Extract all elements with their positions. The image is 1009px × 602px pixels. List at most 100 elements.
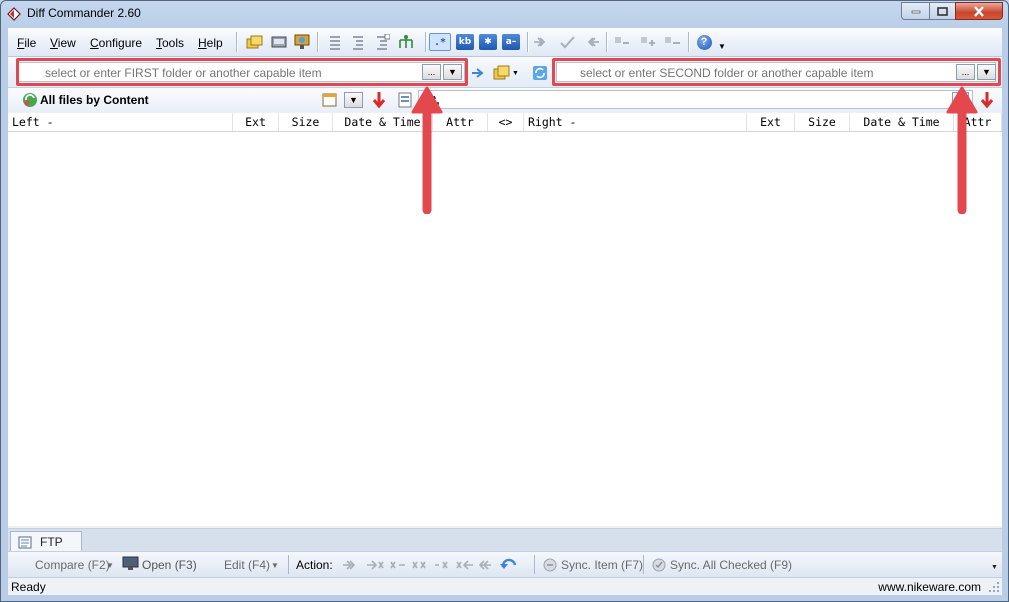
column-ext-right[interactable]: Ext	[747, 113, 795, 131]
title-bar[interactable]: Diff Commander 2.60	[1, 1, 1008, 27]
kb-icon: kb	[456, 34, 474, 50]
resize-grip-icon[interactable]	[988, 581, 1000, 593]
arrow-right-icon	[472, 68, 484, 78]
action-toolbar: Compare (F2) ▼ Open (F3) Edit (F4) ▼ Act…	[8, 551, 1002, 577]
ascii-mode-button[interactable]: a–	[500, 33, 522, 51]
help-icon: ?	[696, 34, 712, 50]
kb-size-button[interactable]: kb	[454, 33, 476, 51]
tab-ftp-log[interactable]: FTP Log	[10, 531, 82, 563]
edit-button[interactable]: Edit (F4)	[224, 558, 270, 572]
column-size-left[interactable]: Size	[279, 113, 333, 131]
action-arrows-icons[interactable]	[341, 557, 529, 573]
action-separator	[288, 555, 289, 574]
help-button[interactable]: ?	[694, 33, 714, 51]
folder-options-arrow-icon: ▼	[512, 69, 519, 77]
log-icon	[18, 536, 32, 549]
annotation-arrow-left	[411, 86, 443, 214]
apply-mask-down-button[interactable]	[980, 91, 994, 112]
toolbar-separator	[425, 32, 427, 52]
menu-file[interactable]: File	[17, 36, 36, 50]
ascii-icon: a–	[502, 34, 520, 50]
toolbar-separator	[606, 32, 608, 52]
highlight-first-folder	[16, 58, 468, 86]
hierarchy-icon	[399, 35, 413, 48]
view-lines-button[interactable]	[325, 33, 345, 51]
network-monitor-icon	[294, 34, 310, 49]
column-right[interactable]: Right -	[524, 113, 747, 131]
monitor-icon	[122, 556, 139, 570]
view-hierarchy-button[interactable]	[396, 33, 416, 51]
gear-chip-icon: ✱	[479, 34, 497, 50]
file-mask-input[interactable]: t•t,	[418, 90, 973, 109]
action-separator	[643, 555, 644, 574]
minimize-icon	[911, 10, 920, 14]
refresh-icon	[533, 66, 547, 80]
delete-right-button[interactable]	[663, 33, 683, 51]
menu-toolbar: File View Configure Tools Help .* kb ✱ a…	[8, 28, 1002, 57]
regex-toggle-button[interactable]: .*	[429, 33, 451, 51]
sync-item-icon	[543, 558, 557, 572]
highlight-second-folder	[552, 58, 1001, 86]
plus-minus-icon	[641, 37, 655, 46]
column-size-right[interactable]: Size	[795, 113, 850, 131]
minimize-button[interactable]	[901, 2, 930, 20]
website-link[interactable]: www.nikeware.com	[878, 580, 981, 594]
action-separator	[534, 555, 535, 574]
view-tree-button[interactable]	[348, 33, 368, 51]
compare-mode-label[interactable]: All files by Content	[40, 93, 149, 107]
network-button[interactable]	[292, 33, 312, 51]
view-expand-button[interactable]	[372, 33, 392, 51]
sync-all-button[interactable]: Sync. All Checked (F9)	[670, 558, 792, 572]
filter-options-button[interactable]: ✱	[477, 33, 499, 51]
maximize-icon	[937, 6, 948, 16]
sync-item-button[interactable]: Sync. Item (F7)	[561, 558, 643, 572]
column-datetime-right[interactable]: Date & Time	[850, 113, 954, 131]
open-folders-button[interactable]	[245, 33, 265, 51]
folder-options-button[interactable]: ▼	[493, 64, 519, 82]
ftp-connect-button[interactable]	[269, 33, 289, 51]
status-text: Ready	[11, 580, 46, 594]
column-compare[interactable]: <>	[488, 113, 524, 131]
calendar-settings-icon	[322, 93, 337, 107]
menu-configure[interactable]: Configure	[90, 36, 142, 50]
arrow-right-double-icon	[534, 37, 546, 47]
client-area: File View Configure Tools Help .* kb ✱ a…	[8, 28, 1002, 595]
menu-tools[interactable]: Tools	[156, 36, 184, 50]
close-button[interactable]	[955, 2, 1003, 20]
column-ext-left[interactable]: Ext	[233, 113, 279, 131]
folder-copy-icon	[493, 65, 510, 80]
open-button[interactable]: Open (F3)	[142, 558, 197, 572]
toolbar-overflow-icon[interactable]: ▼	[991, 564, 998, 571]
menu-view[interactable]: View	[50, 36, 76, 50]
column-left[interactable]: Left -	[8, 113, 233, 131]
edit-dropdown-icon[interactable]: ▼	[271, 561, 279, 570]
menu-help[interactable]: Help	[198, 36, 223, 50]
arrow-left-double-icon	[587, 37, 599, 47]
maximize-button[interactable]	[929, 2, 956, 20]
apply-filter-down-button[interactable]	[372, 91, 386, 112]
file-list[interactable]	[8, 132, 1002, 526]
compare-mode-dropdown[interactable]: ▼	[344, 92, 363, 108]
ftp-icon	[271, 36, 287, 48]
compare-dropdown-icon[interactable]: ▼	[106, 561, 114, 570]
help-dropdown-arrow-icon[interactable]: ▼	[718, 42, 726, 51]
copy-right-button[interactable]	[531, 33, 551, 51]
toolbar-separator	[688, 32, 690, 52]
compare-button[interactable]: Compare (F2)	[35, 558, 110, 572]
annotation-arrow-right	[946, 86, 978, 214]
check-arrow-icon	[560, 36, 575, 49]
minus-item-icon	[615, 37, 629, 44]
list-lines-icon	[330, 36, 340, 50]
toolbar-separator	[317, 32, 319, 52]
copy-checked-button[interactable]	[558, 33, 578, 51]
folder-pair-icon	[246, 35, 263, 49]
file-list-header: Left - Ext Size Date & Time Attr <> Righ…	[8, 113, 1002, 132]
bottom-tab-strip: FTP Log	[8, 528, 1002, 563]
delete-left-button[interactable]	[613, 33, 633, 51]
swap-folders-button[interactable]	[468, 64, 488, 82]
copy-left-button[interactable]	[582, 33, 602, 51]
refresh-button[interactable]	[530, 64, 550, 82]
compare-mode-settings-button[interactable]	[322, 92, 338, 111]
tree-view-icon	[353, 36, 363, 50]
delete-both-button[interactable]	[639, 33, 659, 51]
